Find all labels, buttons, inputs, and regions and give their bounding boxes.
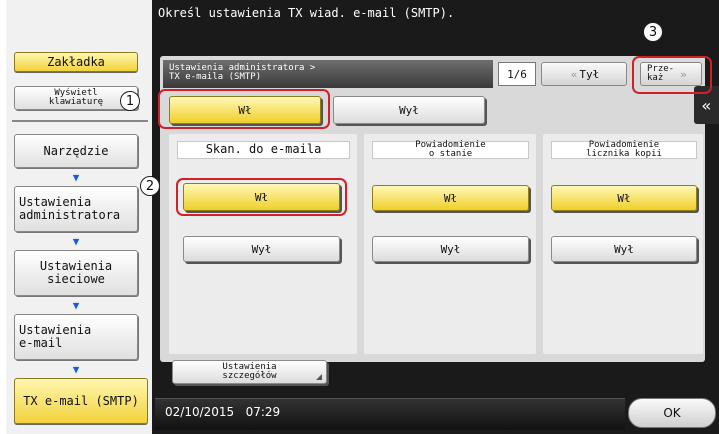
network-settings-button[interactable]: Ustawienia sieciowe — [14, 250, 138, 296]
column-heading: Skan. do e-maila — [177, 141, 350, 159]
arrow-down-icon: ▼ — [72, 299, 80, 312]
detail-settings-button[interactable]: Ustawienia szczegółów — [172, 360, 327, 384]
ok-button[interactable]: OK — [628, 398, 716, 428]
callout-highlight — [158, 89, 330, 129]
detail-settings-label: Ustawienia szczegółów — [222, 362, 277, 381]
back-button[interactable]: « Tył — [541, 62, 627, 86]
scan-to-email-off-button[interactable]: Wył — [183, 236, 340, 262]
column-heading: Powiadomienie licznika kopii — [551, 141, 697, 159]
arrow-down-icon: ▼ — [72, 235, 80, 248]
callout-number: 3 — [643, 22, 663, 42]
callout-number: 2 — [140, 176, 160, 196]
page-title: Określ ustawienia TX wiad. e-mail (SMTP)… — [158, 6, 455, 20]
admin-settings-button[interactable]: Ustawienia administratora — [14, 186, 138, 232]
datetime: 02/10/2015 07:29 — [165, 405, 281, 419]
status-notification-off-button[interactable]: Wył — [372, 236, 529, 262]
callout-highlight — [632, 56, 712, 94]
copy-counter-notification-off-button[interactable]: Wył — [551, 236, 697, 262]
email-settings-button[interactable]: Ustawienia e-mail — [14, 314, 138, 360]
back-label: Tył — [579, 67, 600, 81]
divider — [12, 120, 148, 122]
main-off-button[interactable]: Wył — [333, 96, 485, 124]
column-heading: Powiadomienie o stanie — [372, 141, 529, 159]
arrow-down-icon: ▼ — [72, 171, 80, 184]
callout-number: 1 — [120, 91, 140, 111]
tx-email-button[interactable]: TX e-mail (SMTP) — [14, 378, 148, 424]
arrow-down-icon: ▼ — [72, 363, 80, 376]
callout-highlight — [176, 178, 347, 216]
double-left-arrow-icon: « — [570, 67, 578, 81]
breadcrumb: Ustawienia administratora > TX e-maila (… — [163, 60, 493, 88]
copy-counter-notification-on-button[interactable]: Wł — [551, 185, 697, 211]
bookmark-button[interactable]: Zakładka — [14, 52, 138, 72]
status-notification-on-button[interactable]: Wł — [372, 185, 529, 211]
page-indicator: 1/6 — [498, 62, 536, 86]
corner-triangle-icon — [316, 374, 322, 380]
tool-button[interactable]: Narzędzie — [14, 134, 138, 168]
